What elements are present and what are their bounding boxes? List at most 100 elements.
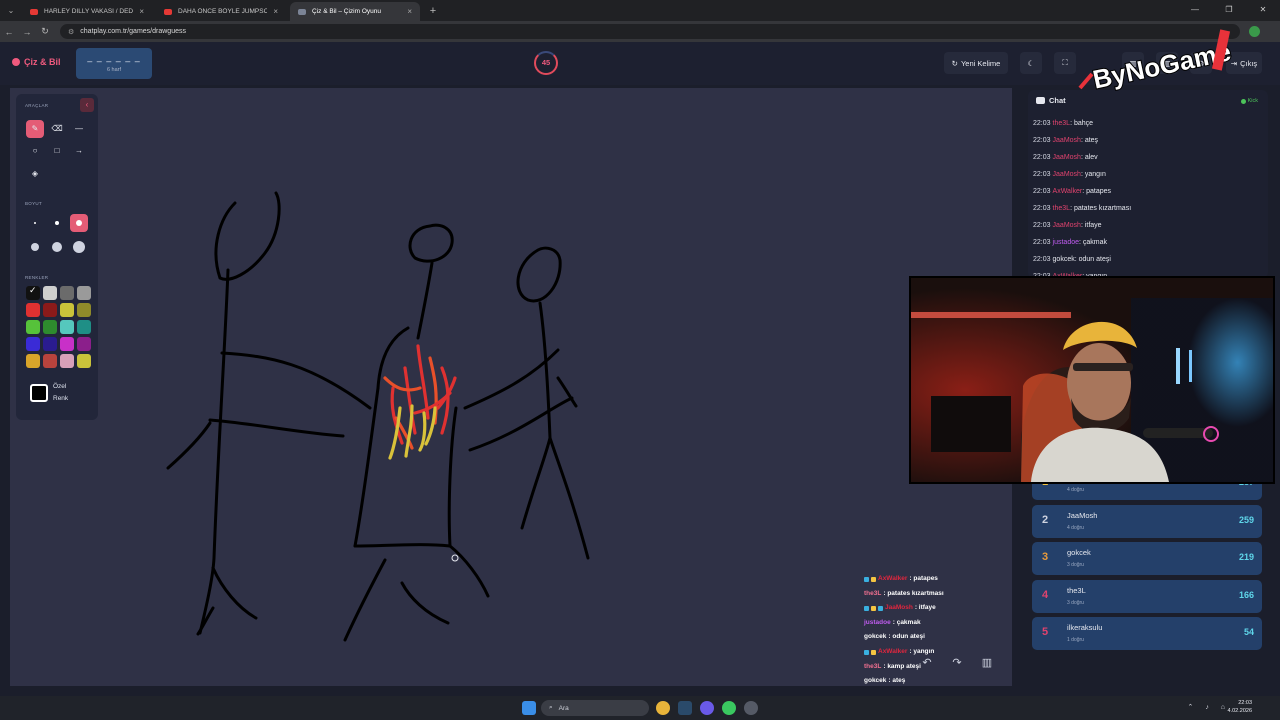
discord-icon[interactable]	[700, 701, 714, 715]
badge-icon	[871, 576, 876, 582]
color-swatch[interactable]	[26, 320, 40, 334]
taskbar-search[interactable]: ⌕ Ara	[541, 700, 649, 716]
steam-icon[interactable]	[678, 701, 692, 715]
custom-color-label: Özel Renk	[53, 383, 69, 402]
size-xl-button[interactable]	[48, 238, 66, 256]
app-icon[interactable]	[744, 701, 758, 715]
new-tab-button[interactable]: +	[426, 4, 440, 18]
custom-color-button[interactable]	[30, 384, 48, 402]
close-icon[interactable]: ×	[273, 7, 278, 16]
platform-label: Kick	[1247, 98, 1258, 104]
system-tray-icons[interactable]: ⌃ ♪ ⌂	[1188, 703, 1230, 711]
clock-time: 22:03	[1238, 700, 1252, 706]
color-swatch[interactable]	[43, 354, 57, 368]
close-icon[interactable]: ×	[139, 7, 144, 16]
message-time: 22:03	[1033, 239, 1051, 246]
message-user[interactable]: AxWalker	[1053, 188, 1083, 195]
color-swatch[interactable]	[43, 303, 57, 317]
word-hint-box: – – – – – – 6 harf	[76, 48, 152, 79]
tab-search-icon[interactable]: ⌄	[4, 4, 18, 18]
message-time: 22:03	[1033, 188, 1051, 195]
pen-tool-button[interactable]: ✎	[26, 120, 44, 138]
color-swatch[interactable]	[26, 303, 40, 317]
minimize-icon[interactable]: —	[1178, 0, 1212, 21]
message-user[interactable]: justadoe	[1053, 239, 1079, 246]
message-time: 22:03	[1033, 256, 1051, 263]
overlay-text: : patapes	[909, 575, 938, 582]
platform-status: Kick	[1240, 98, 1258, 104]
reload-icon[interactable]: ↻	[36, 26, 54, 37]
message-text: : alev	[1080, 154, 1098, 161]
color-swatch[interactable]	[77, 320, 91, 334]
webcam-overlay	[909, 276, 1275, 484]
start-icon[interactable]	[522, 701, 536, 715]
line-tool-button[interactable]: —	[70, 120, 88, 138]
clock[interactable]: 22:03 4.02.2026	[1228, 699, 1252, 715]
size-xxl-button[interactable]	[70, 238, 88, 256]
size-s-button[interactable]	[48, 214, 66, 232]
browser-tab[interactable]: HARLEY DILLY VAKASI / DEDEK ×	[22, 2, 152, 21]
color-swatch[interactable]	[43, 337, 57, 351]
message-user[interactable]: JaaMosh	[1053, 222, 1081, 229]
profile-avatar[interactable]	[1249, 26, 1260, 37]
message-user[interactable]: JaaMosh	[1053, 137, 1081, 144]
badge-icon	[871, 649, 876, 655]
color-swatch[interactable]	[26, 337, 40, 351]
circle-tool-button[interactable]: ○	[26, 142, 44, 160]
close-window-icon[interactable]: ✕	[1246, 0, 1280, 21]
fill-tool-button[interactable]: ◈	[26, 165, 44, 183]
overlay-user: AxWalker	[878, 647, 908, 655]
color-swatch[interactable]	[43, 320, 57, 334]
theme-toggle-button[interactable]: ☾	[1020, 52, 1042, 74]
fullscreen-button[interactable]: ⛶	[1054, 52, 1076, 74]
tab-title: Çiz & Bil – Çizim Oyunu	[312, 8, 381, 15]
color-swatch[interactable]	[77, 354, 91, 368]
color-swatch[interactable]	[43, 286, 57, 300]
color-swatch[interactable]	[60, 286, 74, 300]
color-swatch[interactable]	[60, 337, 74, 351]
overlay-chat-line: AxWalker: patapes	[864, 572, 994, 587]
color-swatch[interactable]	[26, 285, 40, 300]
size-xs-button[interactable]	[26, 214, 44, 232]
color-swatch[interactable]	[60, 354, 74, 368]
player-points: 54	[1243, 627, 1254, 637]
drawing-canvas[interactable]	[10, 88, 1012, 686]
message-user[interactable]: the3L	[1053, 120, 1071, 127]
colors-section-title: RENKLER	[25, 275, 49, 280]
word-length: 6 harf	[106, 67, 122, 73]
close-icon[interactable]: ×	[407, 7, 412, 16]
message-user[interactable]: JaaMosh	[1053, 171, 1081, 178]
url-field[interactable]: ⚙ chatplay.com.tr/games/drawguess	[60, 24, 1240, 39]
eraser-tool-button[interactable]: ⌫	[48, 120, 66, 138]
chrome-icon[interactable]	[656, 701, 670, 715]
color-swatch[interactable]	[60, 303, 74, 317]
message-text: : çakmak	[1079, 239, 1108, 246]
color-swatch[interactable]	[77, 337, 91, 351]
new-word-button[interactable]: ↻ Yeni Kelime	[944, 52, 1008, 74]
browser-tab-active[interactable]: Çiz & Bil – Çizim Oyunu ×	[290, 2, 420, 21]
back-icon[interactable]: ←	[0, 27, 18, 37]
color-swatch[interactable]	[77, 303, 91, 317]
chat-header: Chat	[1036, 96, 1066, 105]
collapse-panel-button[interactable]: ‹	[80, 98, 94, 112]
leaderboard-entry: 3 gokcek 3 doğru 219	[1032, 542, 1262, 575]
forward-icon[interactable]: →	[18, 27, 36, 37]
rectangle-tool-button[interactable]: □	[48, 142, 66, 160]
size-m-button[interactable]	[70, 214, 88, 232]
browser-tab[interactable]: DAHA ÖNCE BÖYLE JUMPSCAR ×	[156, 2, 286, 21]
clock-date: 4.02.2026	[1227, 708, 1252, 714]
spotify-icon[interactable]	[722, 701, 736, 715]
overlay-chat-line: the3L: kamp ateşi	[864, 660, 994, 675]
restore-icon[interactable]: ❐	[1212, 0, 1246, 21]
message-user[interactable]: JaaMosh	[1053, 154, 1081, 161]
message-user[interactable]: gokcek	[1053, 256, 1075, 263]
arrow-tool-button[interactable]: →	[70, 142, 88, 160]
brand[interactable]: Çiz & Bil	[12, 57, 61, 67]
player-name: gokcek	[1067, 548, 1091, 557]
message-user[interactable]: the3L	[1053, 205, 1071, 212]
size-l-button[interactable]	[26, 238, 44, 256]
site-info-icon[interactable]: ⚙	[68, 28, 74, 36]
color-swatch[interactable]	[60, 320, 74, 334]
color-swatch[interactable]	[26, 354, 40, 368]
color-swatch[interactable]	[77, 286, 91, 300]
